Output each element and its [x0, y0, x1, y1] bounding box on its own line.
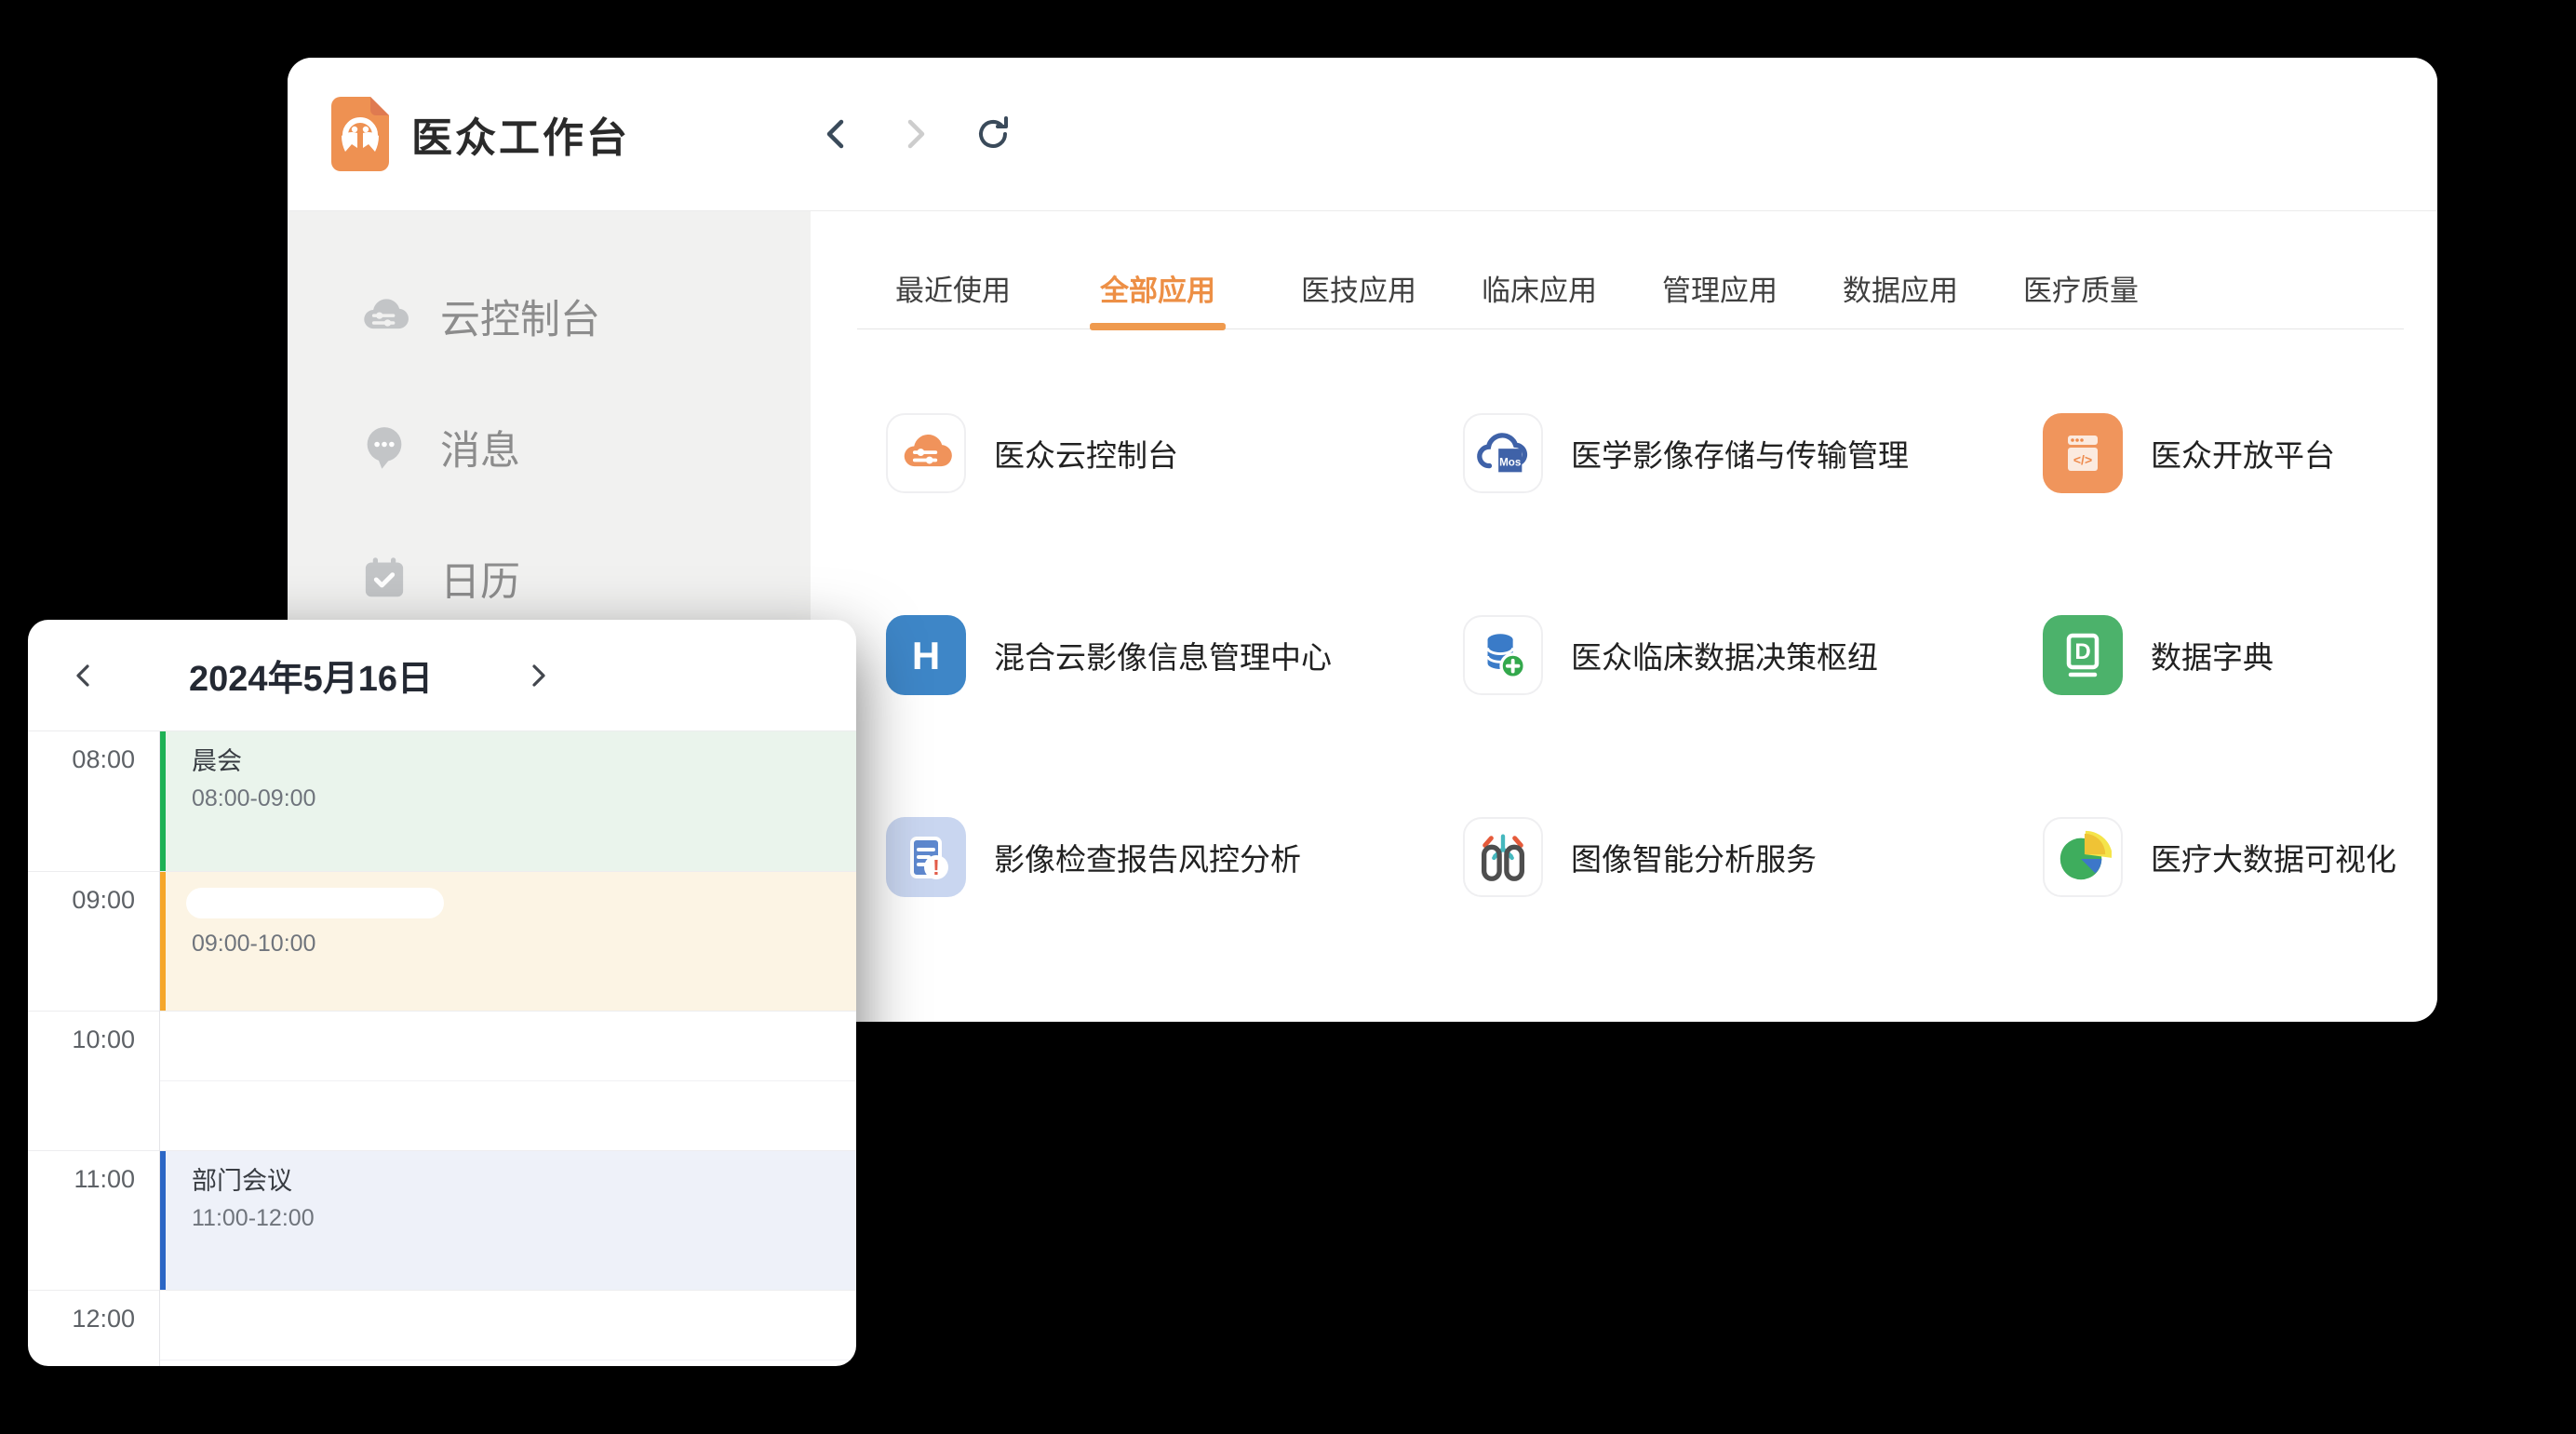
back-button[interactable]: [816, 114, 857, 154]
app-logo-icon: [331, 97, 389, 171]
active-tab-underline: [1090, 325, 1226, 330]
app-clinical-data-hub[interactable]: 医众临床数据决策枢纽: [1463, 615, 2043, 695]
tab-admin-apps[interactable]: 管理应用: [1657, 267, 1783, 328]
tab-quality[interactable]: 医疗质量: [2018, 267, 2144, 328]
sidebar-item-label: 消息: [440, 419, 520, 476]
event-time-range: 08:00-09:00: [192, 783, 856, 814]
sidebar-item-label: 日历: [440, 550, 520, 608]
chevron-right-icon: [896, 115, 933, 153]
app-label: 数据字典: [2151, 633, 2274, 677]
app-label: 图像智能分析服务: [1571, 835, 1817, 879]
chevron-left-icon: [818, 115, 855, 153]
calendar-row-1100: 11:00 部门会议 11:00-12:00: [28, 1150, 856, 1290]
app-label: 医疗大数据可视化: [2151, 835, 2396, 879]
d-glyph: D: [2074, 639, 2090, 664]
h-glyph: H: [912, 634, 940, 677]
screenshot-stage: 医众工作台: [0, 0, 2576, 1434]
calendar-row-0900: 09:00 09:00-10:00: [28, 871, 856, 1011]
pie-chart-icon: [2043, 817, 2123, 897]
sidebar-item-label: 云控制台: [440, 288, 600, 345]
content-area: 最近使用 全部应用 医技应用 临床应用 管理应用 数据应用 医疗质量: [811, 211, 2437, 1022]
calendar-prev-day-button[interactable]: [61, 653, 106, 698]
app-big-data-visualization[interactable]: 医疗大数据可视化: [2043, 817, 2437, 897]
dictionary-icon: D: [2043, 615, 2123, 695]
tab-bar: 最近使用 全部应用 医技应用 临床应用 管理应用 数据应用 医疗质量: [857, 211, 2404, 329]
app-label: 混合云影像信息管理中心: [994, 633, 1332, 677]
mos-badge: Mos: [1499, 457, 1521, 469]
event-time-range: 11:00-12:00: [192, 1202, 856, 1234]
app-label: 医众开放平台: [2151, 431, 2335, 476]
sidebar-item-cloud-console[interactable]: 云控制台: [288, 250, 811, 382]
time-label: 08:00: [28, 745, 135, 774]
calendar-header: 2024年5月16日: [28, 620, 856, 731]
half-hour-gridline: [160, 1080, 856, 1081]
calendar-body: 08:00 晨会 08:00-09:00 09:00 09:00-10:00 1…: [28, 731, 856, 1366]
report-alert-icon: !: [886, 817, 966, 897]
window-header: 医众工作台: [288, 58, 2437, 211]
time-label: 11:00: [28, 1165, 135, 1194]
app-hybrid-cloud-center[interactable]: H 混合云影像信息管理中心: [886, 615, 1463, 695]
chevron-right-icon: [526, 663, 550, 688]
code-window-icon: </>: [2043, 413, 2123, 493]
time-label: 10:00: [28, 1025, 135, 1054]
tab-data-apps[interactable]: 数据应用: [1837, 267, 1964, 328]
calendar-next-day-button[interactable]: [516, 653, 560, 698]
event-title: 部门会议: [192, 1164, 856, 1198]
app-report-risk-analysis[interactable]: ! 影像检查报告风控分析: [886, 817, 1463, 897]
app-imaging-storage[interactable]: Mos 医学影像存储与传输管理: [1463, 413, 2043, 493]
message-icon: [358, 422, 410, 474]
app-open-platform[interactable]: </> 医众开放平台: [2043, 413, 2437, 493]
calendar-row-1000: 10:00: [28, 1011, 856, 1150]
app-image-ai-analysis[interactable]: 图像智能分析服务: [1463, 817, 2043, 897]
calendar-panel: 2024年5月16日 08:00 晨会 08:00-09:00 09:00 0: [28, 620, 856, 1366]
alert-glyph: !: [932, 855, 940, 879]
refresh-icon: [973, 114, 1013, 154]
app-grid: 医众云控制台 Mos 医学影像存储与传输管理: [886, 413, 2437, 1019]
tab-recent[interactable]: 最近使用: [890, 267, 1016, 328]
time-label: 12:00: [28, 1305, 135, 1333]
app-data-dictionary[interactable]: D 数据字典: [2043, 615, 2437, 695]
app-label: 医学影像存储与传输管理: [1571, 431, 1909, 476]
app-label: 影像检查报告风控分析: [994, 835, 1301, 879]
tab-label: 全部应用: [1100, 275, 1215, 307]
redacted-event-title-pill: [186, 888, 444, 918]
cloud-mos-icon: Mos: [1463, 413, 1543, 493]
calendar-icon: [358, 553, 410, 605]
tab-clinical-apps[interactable]: 临床应用: [1476, 267, 1603, 328]
calendar-row-0800: 08:00 晨会 08:00-09:00: [28, 731, 856, 871]
sidebar-item-messages[interactable]: 消息: [288, 382, 811, 513]
time-label: 09:00: [28, 886, 135, 915]
tab-medtech-apps[interactable]: 医技应用: [1295, 267, 1422, 328]
cloud-console-icon: [358, 290, 410, 342]
chevron-left-icon: [72, 663, 96, 688]
lungs-icon: [1463, 817, 1543, 897]
refresh-button[interactable]: [973, 114, 1013, 154]
database-plus-icon: [1463, 615, 1543, 695]
event-title: 晨会: [192, 744, 856, 778]
letter-h-icon: H: [886, 615, 966, 695]
app-cloud-console[interactable]: 医众云控制台: [886, 413, 1463, 493]
cloud-sliders-icon: [886, 413, 966, 493]
tab-all-apps[interactable]: 全部应用: [1094, 267, 1221, 328]
event-time-range: 09:00-10:00: [192, 928, 856, 959]
code-glyph: </>: [2073, 452, 2092, 467]
event-morning-meeting[interactable]: 晨会 08:00-09:00: [160, 731, 856, 871]
event-department-meeting[interactable]: 部门会议 11:00-12:00: [160, 1151, 856, 1290]
browser-nav: [816, 114, 1013, 154]
event-redacted[interactable]: 09:00-10:00: [160, 872, 856, 1011]
forward-button[interactable]: [894, 114, 935, 154]
app-label: 医众云控制台: [994, 431, 1178, 476]
window-title: 医众工作台: [411, 104, 630, 164]
calendar-date-title: 2024年5月16日: [106, 650, 516, 701]
calendar-row-1200: 12:00: [28, 1290, 856, 1366]
app-label: 医众临床数据决策枢纽: [1571, 633, 1878, 677]
